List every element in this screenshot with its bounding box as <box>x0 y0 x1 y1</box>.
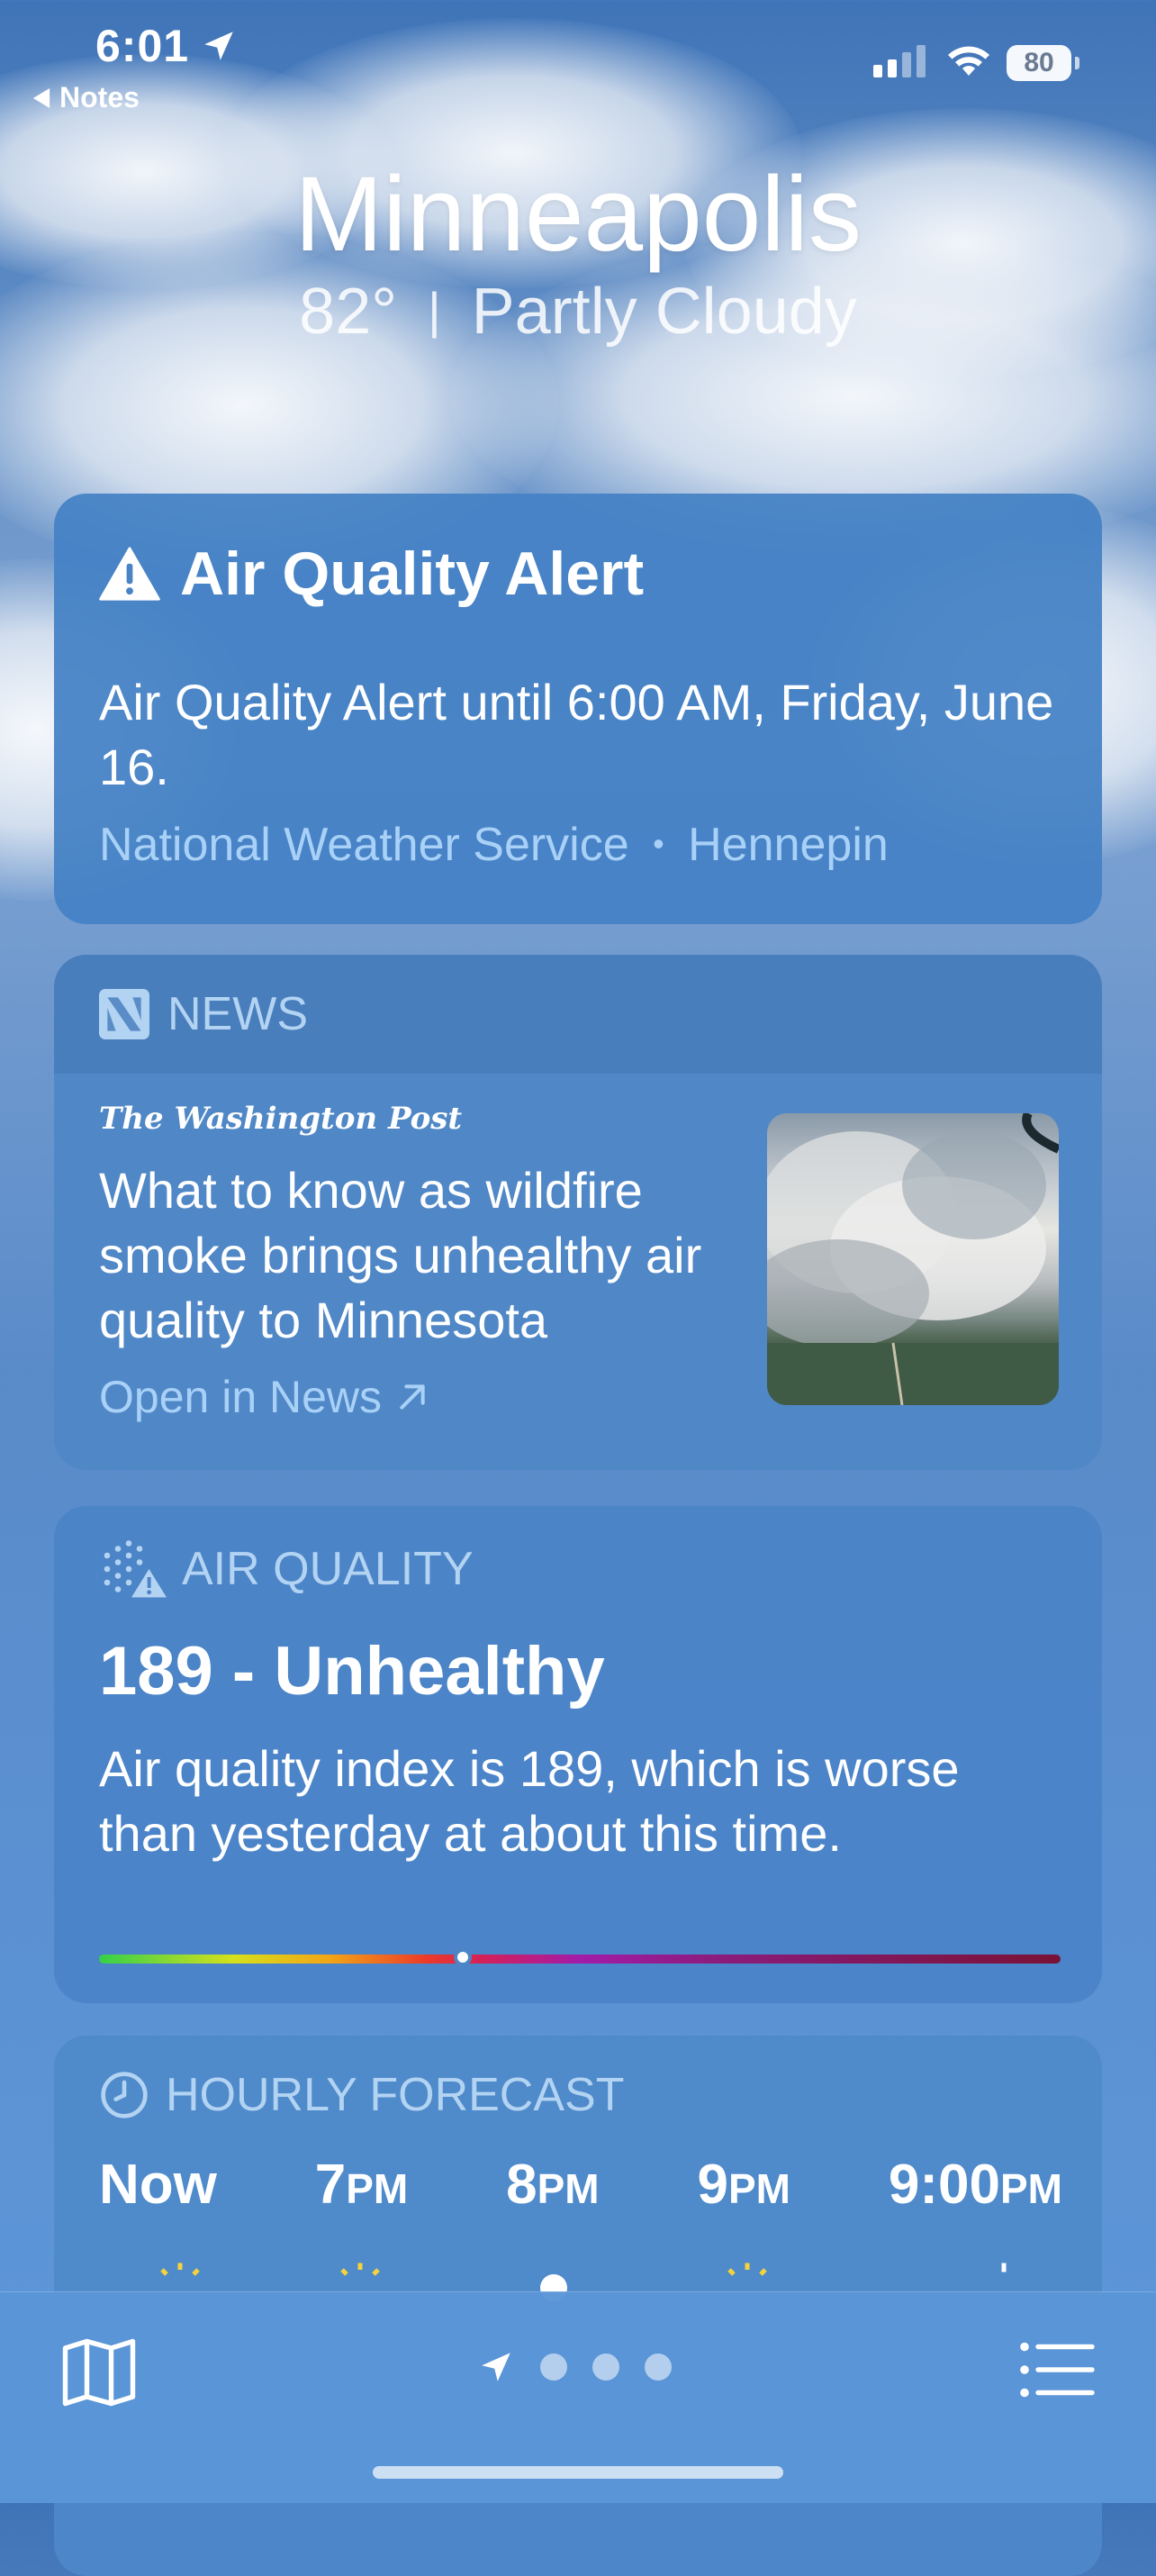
alert-body: Air Quality Alert until 6:00 AM, Friday,… <box>99 674 1054 795</box>
status-time: 6:01 <box>95 21 190 71</box>
news-card[interactable]: NEWS The Washington Post What to know as… <box>54 955 1102 1470</box>
list-icon[interactable] <box>1019 2339 1095 2400</box>
back-triangle-icon <box>32 87 50 108</box>
condition-text: Partly Cloudy <box>471 276 857 348</box>
alert-source: National Weather Service • Hennepin <box>99 818 889 872</box>
alert-region: Hennepin <box>688 819 889 871</box>
location-services-icon <box>204 32 233 60</box>
air-quality-section-label: AIR QUALITY <box>182 1543 474 1595</box>
hour-label: 7PM <box>314 2154 409 2216</box>
clock-icon <box>101 2072 148 2118</box>
air-quality-icon <box>104 1540 167 1598</box>
back-label: Notes <box>59 81 140 113</box>
warning-triangle-icon <box>99 547 160 601</box>
location-arrow-icon[interactable] <box>477 2348 515 2386</box>
air-quality-card[interactable]: AIR QUALITY 189 - Unhealthy Air quality … <box>54 1506 1102 2003</box>
open-in-news-link[interactable]: Open in News <box>99 1371 430 1423</box>
home-indicator[interactable] <box>373 2466 783 2479</box>
cellular-signal-icon <box>873 41 926 77</box>
current-temperature: 82° <box>299 276 398 348</box>
aqi-scale-indicator <box>453 1948 472 1966</box>
news-section-label: NEWS <box>167 988 308 1040</box>
wifi-icon <box>948 46 989 76</box>
city-name: Minneapolis <box>294 155 862 274</box>
air-quality-alert-card[interactable]: Air Quality Alert Air Quality Alert unti… <box>54 494 1102 924</box>
news-header: NEWS <box>54 955 1102 1074</box>
hour-label: 9:00PM <box>888 2154 1062 2216</box>
news-icon <box>99 989 149 1039</box>
hourly-forecast-header: HOURLY FORECAST <box>99 2068 625 2122</box>
current-conditions: 82° | Partly Cloudy <box>0 275 1156 349</box>
page-dot[interactable] <box>592 2354 619 2381</box>
external-arrow-icon <box>400 1384 425 1410</box>
open-in-news-label: Open in News <box>99 1372 383 1422</box>
conditions-separator: | <box>428 282 441 339</box>
hour-label: 8PM <box>506 2154 600 2216</box>
alert-title: Air Quality Alert <box>180 540 645 608</box>
aqi-description: Air quality index is 189, which is worse… <box>99 1740 960 1862</box>
air-quality-header: AIR QUALITY <box>99 1538 474 1600</box>
alert-title-row: Air Quality Alert <box>99 539 644 609</box>
battery-indicator: 80 <box>1007 45 1079 81</box>
hour-label: 9PM <box>697 2154 790 2216</box>
hour-label: Now <box>99 2154 217 2216</box>
alert-source-separator: • <box>653 825 664 862</box>
publisher-logo: The Washington Post <box>99 1101 463 1137</box>
aqi-scale-bar <box>99 1948 1061 1966</box>
news-headline[interactable]: What to know as wildfire smoke brings un… <box>99 1158 765 1353</box>
hourly-times-row: Now 7PM 8PM 9PM 9:00PM <box>99 2153 1062 2217</box>
news-thumbnail-image[interactable] <box>767 1113 1059 1405</box>
page-dot[interactable] <box>540 2354 567 2381</box>
status-bar: 6:01 Notes 80 <box>0 0 1156 126</box>
hourly-forecast-section-label: HOURLY FORECAST <box>166 2069 625 2121</box>
back-to-notes-button[interactable]: Notes <box>32 81 140 114</box>
page-dot[interactable] <box>645 2354 672 2381</box>
page-indicator[interactable] <box>477 2348 672 2386</box>
aqi-value: 189 - Unhealthy <box>99 1633 605 1710</box>
alert-source-name: National Weather Service <box>99 819 629 871</box>
map-icon[interactable] <box>61 2337 137 2408</box>
